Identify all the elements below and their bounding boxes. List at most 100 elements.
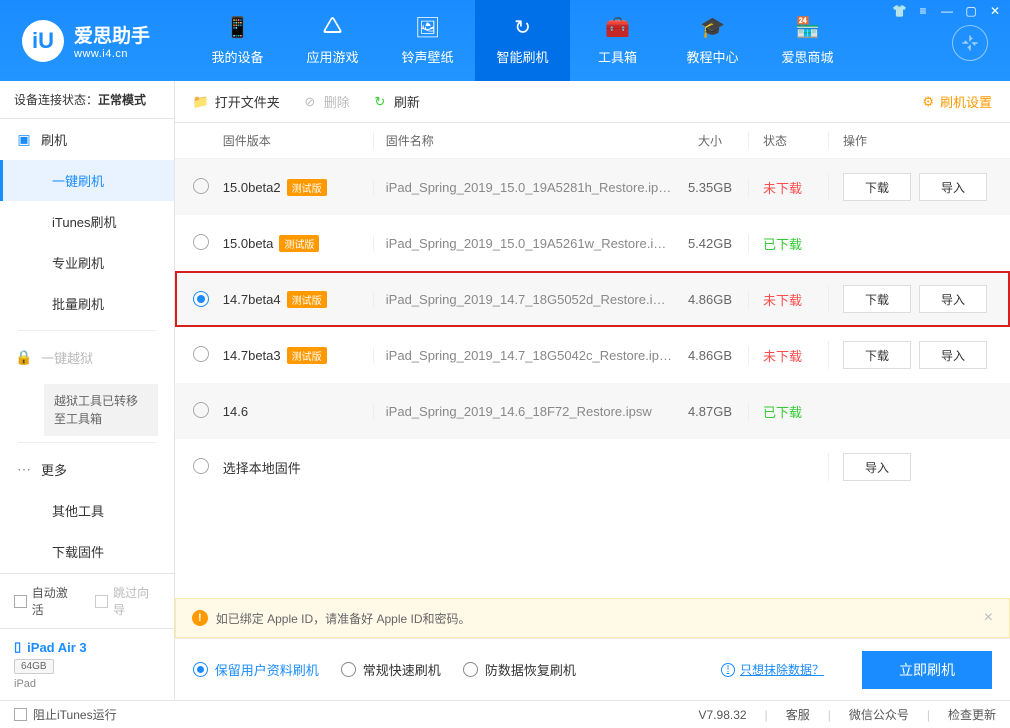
sync-icon[interactable] (952, 25, 988, 61)
device-type: iPad (14, 678, 160, 690)
delete-button: ⊘ 删除 (302, 92, 350, 111)
nav-tab-1[interactable]: 🛆应用游戏 (285, 0, 380, 81)
row-radio[interactable] (193, 458, 209, 474)
nav-tab-2[interactable]: 🖼铃声壁纸 (380, 0, 475, 81)
firmware-version: 14.6 (223, 404, 248, 419)
alert-bar: ! 如已绑定 Apple ID，请准备好 Apple ID和密码。 × (175, 598, 1010, 638)
row-radio[interactable] (193, 402, 209, 418)
opt-keep-data[interactable]: 保留用户资料刷机 (193, 660, 319, 679)
table-row[interactable]: 15.0beta测试版 iPad_Spring_2019_15.0_19A526… (175, 215, 1010, 271)
sidebar-group-more[interactable]: ⋯ 更多 (0, 449, 174, 490)
sidebar-item-batch[interactable]: 批量刷机 (0, 283, 174, 324)
radio-icon (341, 662, 356, 677)
folder-icon: 📁 (193, 94, 209, 110)
th-version: 固件版本 (223, 132, 373, 149)
service-link[interactable]: 客服 (786, 706, 810, 723)
flash-icon: ▣ (16, 132, 32, 148)
nav-tab-5[interactable]: 🎓教程中心 (665, 0, 760, 81)
logo[interactable]: iU 爱思助手 www.i4.cn (0, 20, 190, 62)
table-body: 15.0beta2测试版 iPad_Spring_2019_15.0_19A52… (175, 159, 1010, 495)
win-maximize-icon[interactable]: ▢ (964, 4, 978, 18)
table-row[interactable]: 选择本地固件 导入 (175, 439, 1010, 495)
firmware-name: iPad_Spring_2019_15.0_19A5281h_Restore.i… (373, 180, 672, 195)
option-bar: 保留用户资料刷机 常规快速刷机 防数据恢复刷机 ! 只想抹除数据？ 立即刷机 (175, 638, 1010, 700)
opt-antirestore[interactable]: 防数据恢复刷机 (463, 660, 576, 679)
table-row[interactable]: 15.0beta2测试版 iPad_Spring_2019_15.0_19A52… (175, 159, 1010, 215)
sidebar: 设备连接状态：正常模式 ▣ 刷机 一键刷机 iTunes刷机 专业刷机 批量刷机… (0, 81, 175, 700)
main-content: 📁 打开文件夹 ⊘ 删除 ↻ 刷新 ⚙ 刷机设置 固件版本 固件名称 大小 状态… (175, 81, 1010, 700)
import-button[interactable]: 导入 (843, 453, 911, 481)
sidebar-item-download[interactable]: 下载固件 (0, 531, 174, 572)
firmware-size: 5.35GB (672, 180, 748, 195)
table-row[interactable]: 14.7beta4测试版 iPad_Spring_2019_14.7_18G50… (175, 271, 1010, 327)
sidebar-item-itunes[interactable]: iTunes刷机 (0, 201, 174, 242)
download-button[interactable]: 下载 (843, 341, 911, 369)
firmware-size: 4.86GB (672, 348, 748, 363)
firmware-name: iPad_Spring_2019_15.0_19A5261w_Restore.i… (373, 236, 672, 251)
logo-icon: iU (22, 20, 64, 62)
block-itunes-checkbox[interactable] (14, 708, 27, 721)
settings-button[interactable]: ⚙ 刷机设置 (922, 92, 992, 111)
th-name: 固件名称 (373, 132, 672, 149)
firmware-name: iPad_Spring_2019_14.6_18F72_Restore.ipsw (373, 404, 672, 419)
open-folder-button[interactable]: 📁 打开文件夹 (193, 92, 280, 111)
firmware-size: 4.87GB (672, 404, 748, 419)
firmware-status: 未下载 (763, 349, 802, 364)
firmware-status: 已下载 (763, 405, 802, 420)
auto-activate-checkbox[interactable] (14, 595, 27, 608)
firmware-version: 15.0beta (223, 236, 274, 251)
nav-tab-4[interactable]: 🧰工具箱 (570, 0, 665, 81)
nav-tab-3[interactable]: ↻智能刷机 (475, 0, 570, 81)
row-radio[interactable] (193, 234, 209, 250)
row-radio[interactable] (193, 178, 209, 194)
refresh-button[interactable]: ↻ 刷新 (372, 92, 420, 111)
delete-icon: ⊘ (302, 94, 318, 110)
opt-normal[interactable]: 常规快速刷机 (341, 660, 441, 679)
import-button[interactable]: 导入 (919, 285, 987, 313)
nav-icon: ↻ (511, 16, 535, 40)
win-menu-icon[interactable]: ≡ (916, 4, 930, 18)
table-header: 固件版本 固件名称 大小 状态 操作 (175, 123, 1010, 159)
import-button[interactable]: 导入 (919, 173, 987, 201)
device-icon: ▯ (14, 639, 21, 655)
firmware-name: iPad_Spring_2019_14.7_18G5042c_Restore.i… (373, 348, 672, 363)
block-itunes-label: 阻止iTunes运行 (33, 706, 117, 723)
firmware-status: 未下载 (763, 293, 802, 308)
row-radio[interactable] (193, 291, 209, 307)
download-button[interactable]: 下载 (843, 285, 911, 313)
nav-tab-0[interactable]: 📱我的设备 (190, 0, 285, 81)
row-radio[interactable] (193, 346, 209, 362)
sidebar-item-pro[interactable]: 专业刷机 (0, 242, 174, 283)
nav-tab-6[interactable]: 🏪爱思商城 (760, 0, 855, 81)
nav-icon: 📱 (226, 16, 250, 40)
radio-icon (463, 662, 478, 677)
auto-activate-row: 自动激活 跳过向导 (0, 574, 174, 628)
sidebar-item-other[interactable]: 其他工具 (0, 490, 174, 531)
firmware-version: 14.7beta3 (223, 348, 281, 363)
table-row[interactable]: 14.7beta3 测试版 iPad_Spring_2019_14.7_18G50… (175, 327, 1010, 383)
version-label: V7.98.32 (699, 708, 747, 722)
win-close-icon[interactable]: ✕ (988, 4, 1002, 18)
download-button[interactable]: 下载 (843, 173, 911, 201)
win-minimize-icon[interactable]: — (940, 4, 954, 18)
flash-now-button[interactable]: 立即刷机 (862, 651, 992, 689)
wechat-link[interactable]: 微信公众号 (849, 706, 909, 723)
sidebar-item-oneclick[interactable]: 一键刷机 (0, 160, 174, 201)
nav-icon: 🛆 (321, 16, 345, 40)
device-panel[interactable]: ▯ iPad Air 3 64GB iPad (0, 628, 174, 700)
beta-badge: 测试版 (287, 347, 327, 364)
warning-icon: ! (192, 610, 208, 626)
th-status: 状态 (748, 132, 828, 149)
skip-guide-checkbox[interactable] (95, 595, 108, 608)
sidebar-group-flash[interactable]: ▣ 刷机 (0, 119, 174, 160)
nav-icon: 🎓 (701, 16, 725, 40)
erase-link[interactable]: ! 只想抹除数据？ (721, 661, 824, 678)
import-button[interactable]: 导入 (919, 341, 987, 369)
update-link[interactable]: 检查更新 (948, 706, 996, 723)
table-row[interactable]: 14.6 iPad_Spring_2019_14.6_18F72_Restore… (175, 383, 1010, 439)
more-icon: ⋯ (16, 462, 32, 478)
beta-badge: 测试版 (287, 291, 327, 308)
win-tshirt-icon[interactable]: 👕 (892, 4, 906, 18)
header: iU 爱思助手 www.i4.cn 📱我的设备🛆应用游戏🖼铃声壁纸↻智能刷机🧰工… (0, 0, 1010, 81)
alert-close-icon[interactable]: × (984, 609, 993, 627)
